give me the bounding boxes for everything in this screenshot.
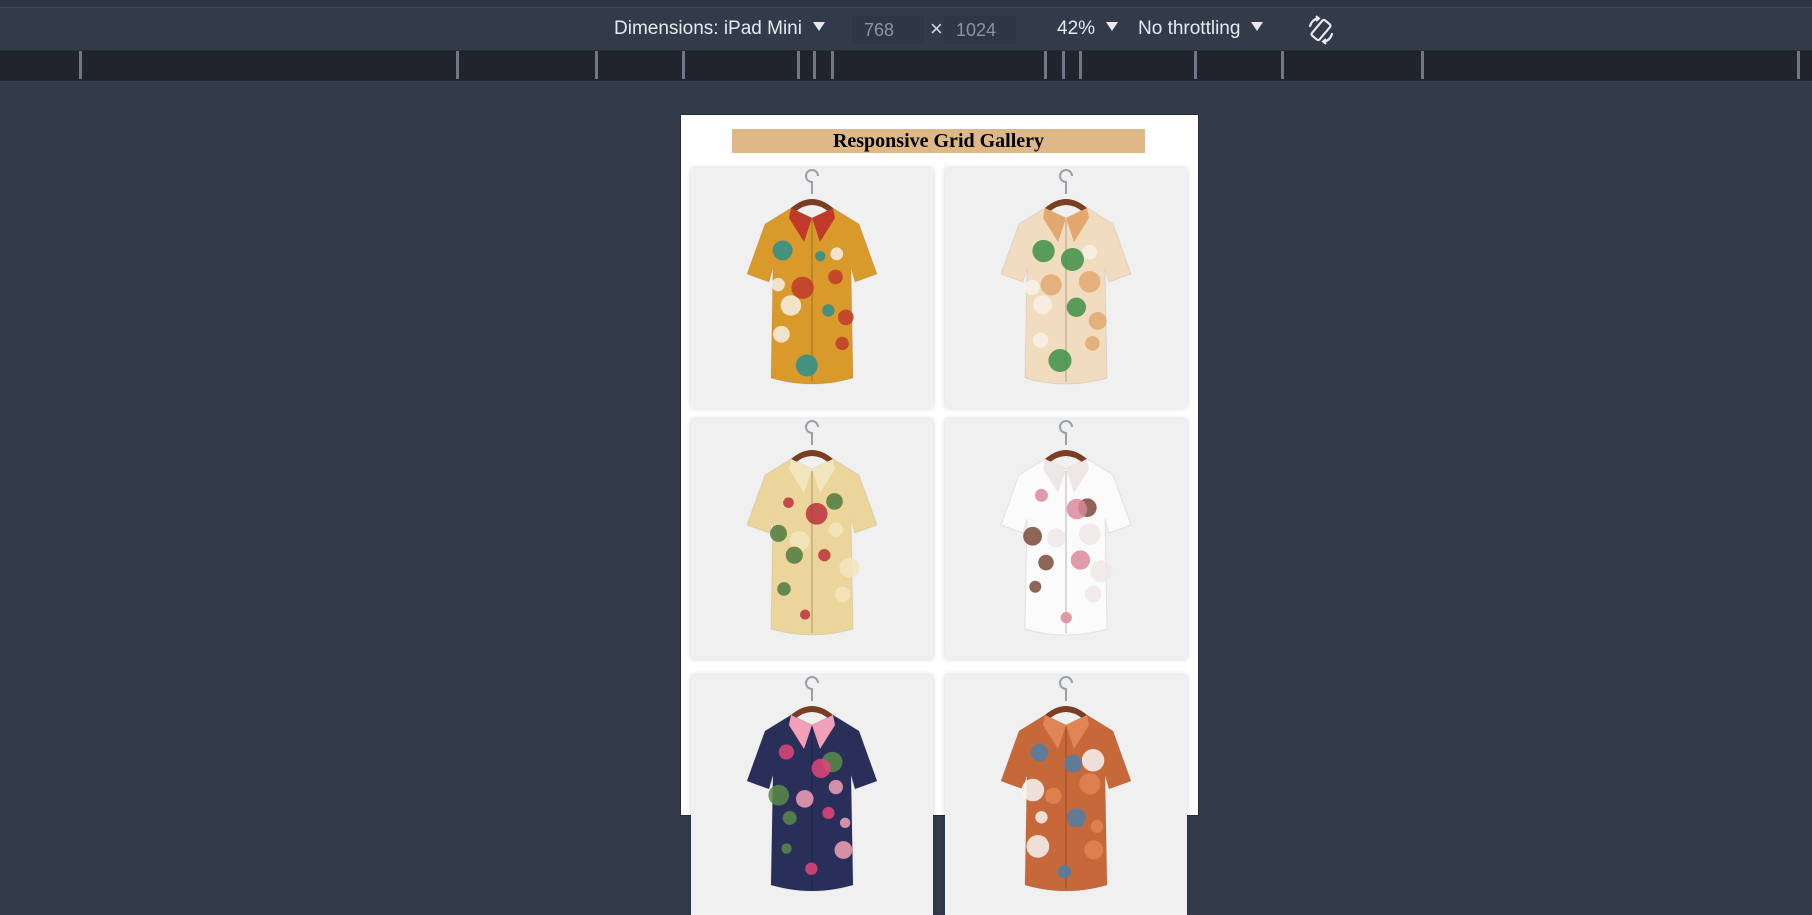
gallery-item[interactable] [691, 168, 933, 408]
throttling-label: No throttling [1138, 18, 1241, 39]
ruler-tick [1062, 51, 1065, 79]
gallery-item[interactable] [691, 419, 933, 659]
shirt-image [746, 169, 878, 385]
ruler-tick [1281, 51, 1284, 79]
dimensions-label: Dimensions: iPad Mini [614, 18, 802, 39]
gallery-item[interactable] [945, 168, 1187, 408]
shirt-image [1000, 420, 1132, 636]
device-toolbar: Dimensions: iPad Mini 768 × 1024 42% No … [0, 8, 1812, 51]
gallery-title: Responsive Grid Gallery [732, 129, 1145, 153]
rotate-device-icon[interactable] [1305, 14, 1337, 46]
throttling-dropdown[interactable]: No throttling [1138, 18, 1264, 40]
gallery-item[interactable] [691, 675, 933, 915]
zoom-label: 42% [1057, 18, 1096, 39]
width-input[interactable]: 768 [852, 16, 924, 44]
ruler-tick [682, 51, 685, 79]
chevron-down-icon [1106, 22, 1119, 31]
ruler-tick [1194, 51, 1197, 79]
chevron-down-icon [1251, 22, 1264, 31]
shirt-image [746, 676, 878, 892]
ruler-tick [79, 51, 82, 79]
zoom-dropdown[interactable]: 42% [1057, 18, 1119, 40]
ruler-tick [831, 51, 834, 79]
ruler-tick [813, 51, 816, 79]
gallery-item[interactable] [945, 419, 1187, 659]
media-query-ruler [0, 51, 1812, 82]
device-viewport[interactable]: Responsive Grid Gallery [681, 115, 1198, 915]
window-top-edge [0, 0, 1812, 8]
ruler-tick [797, 51, 800, 79]
ruler-tick [1079, 51, 1082, 79]
dimensions-dropdown[interactable]: Dimensions: iPad Mini [614, 18, 825, 40]
chevron-down-icon [812, 22, 825, 31]
shirt-image [1000, 676, 1132, 892]
ruler-tick [595, 51, 598, 79]
ruler-tick [1797, 51, 1800, 79]
ruler-tick [456, 51, 459, 79]
ruler-tick [1044, 51, 1047, 79]
height-input[interactable]: 1024 [944, 16, 1016, 44]
times-icon: × [930, 16, 943, 41]
gallery-item[interactable] [945, 675, 1187, 915]
shirt-image [746, 420, 878, 636]
ruler-tick [1421, 51, 1424, 79]
shirt-image [1000, 169, 1132, 385]
